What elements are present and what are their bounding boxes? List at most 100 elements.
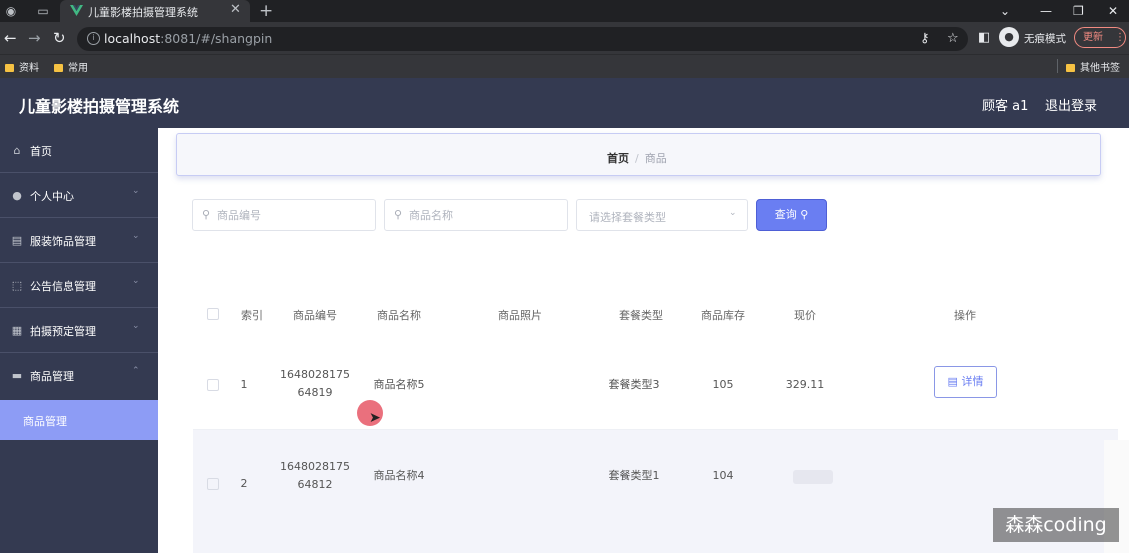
column-header-stock: 商品库存 [701, 309, 745, 322]
sidebar-item-label: 个人中心 [30, 190, 74, 203]
column-header-action: 操作 [954, 309, 976, 322]
back-icon[interactable]: ← [4, 29, 17, 47]
chevron-down-icon: ⌄ [729, 208, 737, 218]
detail-button[interactable]: ▤ 详情 [934, 366, 997, 398]
sidebar-item-booking[interactable]: ▦ 拍摄预定管理 ⌄ [0, 308, 158, 353]
document-icon: ▤ [947, 375, 958, 388]
row-checkbox[interactable] [207, 379, 219, 391]
reload-icon[interactable]: ↻ [53, 29, 66, 47]
query-button[interactable]: 查询 ⚲ [756, 199, 827, 231]
sidebar-item-notice[interactable]: ⬚ 公告信息管理 ⌄ [0, 263, 158, 308]
chevron-down-icon: ⌄ [132, 321, 140, 331]
sidebar-item-label: 首页 [30, 145, 52, 158]
tab-search-icon[interactable]: ▭ [35, 3, 51, 19]
user-icon: ● [12, 189, 22, 202]
select-all-checkbox[interactable] [207, 308, 219, 320]
star-icon[interactable]: ☆ [947, 31, 959, 46]
folder-icon [5, 64, 14, 72]
vue-logo-icon [70, 5, 83, 16]
goods-name-field[interactable]: ⚲ [384, 199, 568, 231]
chevron-up-icon: ⌃ [132, 366, 140, 376]
breadcrumb: 首页 / 商品 [176, 133, 1101, 176]
cell-stock: 104 [712, 469, 734, 482]
goods-code-input[interactable] [217, 206, 357, 224]
sidebar-item-home[interactable]: ⌂ 首页 [0, 128, 158, 173]
close-window-icon[interactable]: ✕ [1108, 0, 1118, 22]
cell-code-line2: 64819 [297, 386, 333, 399]
sidebar-subitem-label: 商品管理 [23, 415, 67, 428]
sidepanel-icon[interactable]: ◧ [978, 30, 990, 45]
chevron-down-icon: ⌄ [132, 276, 140, 286]
user-label: 顾客 a1 [982, 99, 1029, 114]
minimize-icon[interactable]: — [1040, 0, 1052, 22]
chevron-down-icon: ⌄ [132, 231, 140, 241]
new-tab-icon[interactable]: + [259, 0, 273, 22]
cell-stock: 105 [712, 378, 734, 391]
column-header-price: 现价 [794, 309, 816, 322]
cell-code-line1: 1648028175 [280, 368, 350, 381]
bookmark-divider [1057, 59, 1058, 73]
home-icon: ⌂ [13, 144, 21, 157]
bookmark-folder[interactable]: 资料 [5, 59, 39, 74]
sidebar-item-profile[interactable]: ● 个人中心 ⌄ [0, 173, 158, 218]
table-row: 1 1648028175 64819 商品名称5 套餐类型3 105 329.1… [193, 338, 1118, 430]
sidebar-item-goods[interactable]: ▬ 商品管理 ⌃ [0, 353, 158, 398]
bookmark-folder[interactable]: 常用 [54, 59, 88, 74]
cell-price: 329.11 [785, 378, 825, 391]
incognito-icon: ● [999, 27, 1019, 47]
ticket-icon: ▬ [11, 369, 23, 382]
address-bar[interactable]: i localhost:8081/#/shangpin ⚷ ☆ [77, 27, 968, 51]
browser-toolbar: ← → ↻ i localhost:8081/#/shangpin ⚷ ☆ ◧ … [0, 22, 1129, 54]
sidebar-item-label: 商品管理 [30, 370, 74, 383]
column-header-name: 商品名称 [377, 309, 421, 322]
sidebar-item-label: 服装饰品管理 [30, 235, 96, 248]
column-header-code: 商品编号 [293, 309, 337, 322]
frame-icon: ⬚ [11, 279, 23, 292]
query-button-label: 查询 [774, 208, 797, 221]
goods-code-field[interactable]: ⚲ [192, 199, 376, 231]
browser-tab[interactable]: 儿童影楼拍摄管理系统 ✕ [60, 0, 250, 22]
restore-icon[interactable]: ❐ [1073, 0, 1084, 22]
logout-link[interactable]: 退出登录 [1045, 95, 1097, 114]
sidebar-item-clothing[interactable]: ▤ 服装饰品管理 ⌄ [0, 218, 158, 263]
cell-name: 商品名称5 [373, 378, 425, 391]
sidebar: ⌂ 首页 ● 个人中心 ⌄ ▤ 服装饰品管理 ⌄ ⬚ 公告信息管理 ⌄ ▦ 拍摄… [0, 128, 158, 553]
grid-icon: ▦ [11, 324, 23, 337]
address-url: localhost:8081/#/shangpin [104, 31, 273, 46]
chevron-down-icon: ⌄ [132, 186, 140, 196]
browser-menu-icon[interactable]: ◉ [3, 3, 19, 19]
package-type-select[interactable]: 请选择套餐类型 ⌄ [576, 199, 748, 231]
mouse-cursor-icon: ➤ [369, 410, 381, 426]
cell-code-line1: 1648028175 [280, 460, 350, 473]
forward-icon[interactable]: → [28, 29, 41, 47]
app-title: 儿童影楼拍摄管理系统 [19, 97, 180, 116]
breadcrumb-home[interactable]: 首页 [607, 152, 629, 165]
search-icon: ⚲ [394, 208, 403, 221]
table-row: 2 1648028175 64812 商品名称4 套餐类型1 104 [193, 430, 1118, 553]
incognito-label: 无痕模式 [1024, 33, 1066, 45]
cell-code-line2: 64812 [297, 478, 333, 491]
other-bookmarks[interactable]: 其他书签 [1066, 59, 1120, 74]
tab-close-icon[interactable]: ✕ [230, 2, 241, 17]
sidebar-item-label: 公告信息管理 [30, 280, 96, 293]
breadcrumb-current: 商品 [644, 152, 667, 165]
detail-button-label: 详情 [961, 375, 984, 388]
watermark: 森森coding [993, 508, 1119, 542]
cell-index: 2 [240, 477, 248, 490]
sidebar-subitem-goods-management[interactable]: 商品管理 [0, 400, 158, 440]
browser-tab-strip: ◉ ▭ 儿童影楼拍摄管理系统 ✕ + ⌄ — ❐ ✕ [0, 0, 1129, 22]
update-button[interactable]: 更新 ⋮ [1074, 27, 1126, 48]
tab-list-icon[interactable]: ⌄ [1000, 0, 1010, 22]
folder-icon [54, 64, 63, 72]
goods-name-input[interactable] [409, 206, 549, 224]
main-content: 首页 / 商品 ⚲ ⚲ 请选择套餐类型 ⌄ 查询 ⚲ 索引 商品编号 商品名称 商品… [158, 128, 1129, 553]
site-info-icon[interactable]: i [87, 32, 100, 45]
folder-icon [1066, 64, 1075, 72]
cell-type: 套餐类型3 [608, 378, 660, 391]
row-checkbox[interactable] [207, 478, 219, 490]
column-header-index: 索引 [241, 309, 263, 322]
key-icon[interactable]: ⚷ [920, 31, 930, 46]
app-header: 儿童影楼拍摄管理系统 顾客 a1 退出登录 [0, 78, 1129, 128]
tab-title: 儿童影楼拍摄管理系统 [88, 6, 198, 19]
search-icon: ⚲ [800, 208, 809, 221]
